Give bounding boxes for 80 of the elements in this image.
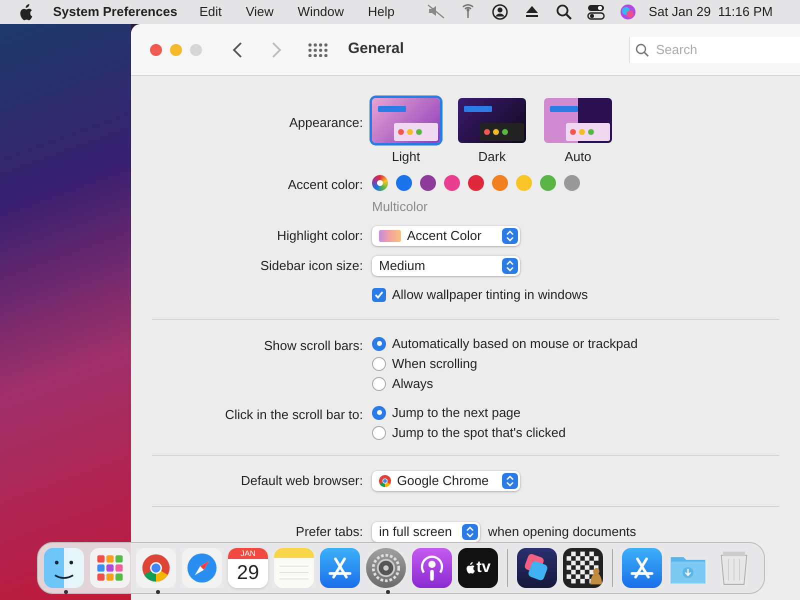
sidebar-size-popup[interactable]: Medium [372,256,520,276]
chessboard-icon[interactable] [563,548,603,588]
radio-label: When scrolling [392,354,478,373]
accent-color-swatch[interactable] [564,174,580,190]
toggle-switches-icon[interactable] [586,3,605,21]
siri-orb-icon[interactable] [618,3,637,21]
search-field[interactable]: Search [629,36,800,62]
accent-color-swatch[interactable] [540,174,556,190]
radio-button[interactable] [372,406,386,420]
accent-color-swatch[interactable] [516,174,532,190]
gear-icon[interactable] [366,548,406,588]
user-icon[interactable] [490,3,509,21]
radio-label: Always [392,374,434,393]
stepper-arrows-icon[interactable] [502,258,518,274]
field-label: Accent color: [288,176,363,194]
stepper-arrows-icon[interactable] [502,228,518,244]
menu-item[interactable]: Edit [199,2,222,22]
menu-item[interactable]: Window [298,2,344,22]
field-label: Default web browser: [240,472,363,490]
search-icon[interactable] [554,3,573,21]
tv-app-icon[interactable]: tv [458,548,498,588]
radio-label: Automatically based on mouse or trackpad [392,334,638,353]
color-gradient-swatch [379,230,401,242]
prefer-tabs-popup[interactable]: in full screen [372,522,480,542]
menu-item[interactable]: View [246,2,274,22]
compass-icon[interactable] [182,548,222,588]
back-chevron-icon[interactable] [232,42,244,58]
appearance-thumbnail[interactable] [458,98,526,143]
muted-speaker-icon[interactable] [426,3,445,21]
radio-label: Jump to the spot that's clicked [392,424,566,442]
finder-face-icon[interactable] [44,548,84,588]
field-label: Click in the scroll bar to: [225,406,363,424]
podcast-icon[interactable] [412,548,452,588]
appearance-option-label: Auto [564,148,592,166]
app-store-icon[interactable] [320,548,360,588]
field-label: Prefer tabs: [296,522,363,541]
calendar-day: 29 [236,559,260,587]
app-menu[interactable]: System Preferences [53,2,178,22]
field-label: Show scroll bars: [264,336,363,354]
browser-popup[interactable]: Google Chrome [372,470,520,490]
apple-logo-icon[interactable] [18,4,33,20]
menu-item[interactable]: Help [368,2,395,22]
window-title: General [348,39,405,60]
menu-bar-clock[interactable]: Sat Jan 29 11:16 PM [648,2,773,22]
accent-color-swatch[interactable] [468,174,484,190]
appearance-option-label: Dark [478,148,506,166]
app-grid-icon[interactable] [90,548,130,588]
stepper-arrows-icon[interactable] [502,472,518,488]
field-label: when opening documents [488,522,636,541]
accent-color-swatch[interactable] [396,174,412,190]
radio-button[interactable] [372,426,386,440]
layered-shapes-icon[interactable] [517,548,557,588]
checkbox[interactable] [372,288,386,302]
radio-label: Jump to the next page [392,404,521,422]
calendar-month: JAN [228,548,268,559]
highlight-color-popup[interactable]: Accent Color [372,226,520,246]
stepper-arrows-icon[interactable] [462,524,478,540]
appearance-thumbnail[interactable] [372,98,440,143]
calendar-app-icon[interactable]: JAN 29 [228,548,268,588]
radio-button[interactable] [372,336,386,350]
grid-icon[interactable] [308,42,328,56]
accent-color-swatch[interactable] [444,174,460,190]
appearance-thumbnail[interactable] [544,98,612,143]
radio-button[interactable] [372,376,386,390]
app-store-icon[interactable] [622,548,662,588]
appearance-option-label: Light [392,148,420,166]
radio-button[interactable] [372,356,386,370]
field-label: Appearance: [289,114,363,132]
accent-color-caption: Multicolor [372,198,429,216]
accent-color-swatch[interactable] [492,174,508,190]
tv-label: tv [476,558,491,578]
close-button[interactable] [150,44,162,56]
field-label: Highlight color: [277,227,363,246]
chrome-logo-icon[interactable] [379,474,391,486]
accent-color-swatch[interactable] [372,174,388,190]
checkbox-label: Allow wallpaper tinting in windows [392,286,588,304]
apple-logo-icon[interactable] [465,562,476,574]
accent-color-swatch[interactable] [420,174,436,190]
field-label: Sidebar icon size: [260,257,363,276]
chrome-logo-icon[interactable] [136,548,176,588]
